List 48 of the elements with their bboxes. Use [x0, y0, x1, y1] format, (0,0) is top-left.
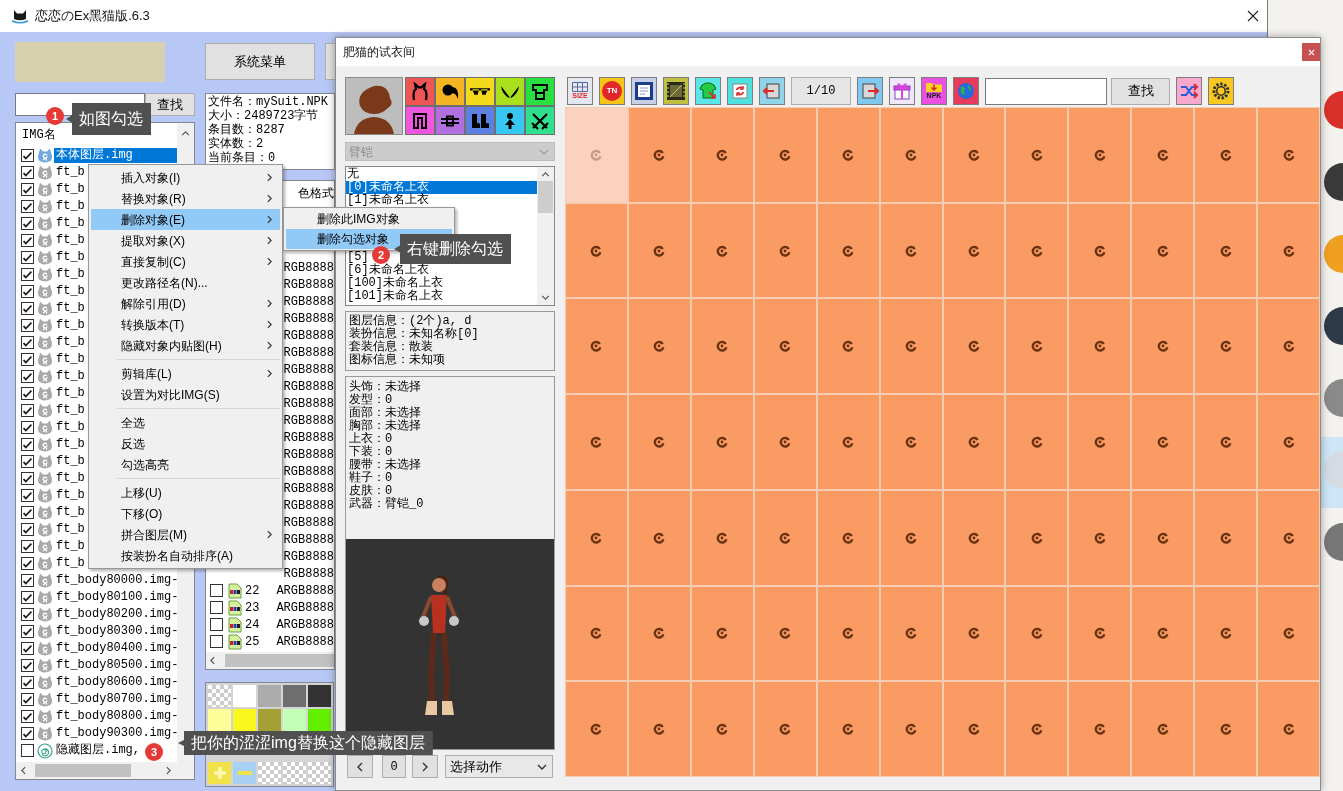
color-format: RGB8888: [283, 548, 334, 566]
info-line: 图标信息：未知项: [349, 354, 445, 367]
info-line: 装扮信息：未知名称[0]: [349, 328, 479, 341]
color-format: RGB8888: [283, 463, 334, 481]
color-format: RGB8888: [283, 361, 334, 379]
window-title: 肥猫的试衣间: [343, 44, 415, 61]
equipment-line: 发型：0: [349, 394, 393, 407]
frame-number: 22: [245, 582, 260, 600]
color-format: RGB8888: [283, 276, 334, 294]
color-format: ARGB8888: [276, 633, 334, 651]
color-format: RGB8888: [283, 514, 334, 532]
tooltip: 右键删除勾选: [394, 234, 511, 264]
frame-number: 25: [245, 633, 260, 651]
color-format: RGB8888: [283, 327, 334, 345]
equipment-line: 武器：臂铠_0: [349, 498, 424, 511]
window-title: 恋恋のEx黑猫版.6.3: [35, 7, 150, 26]
color-format: RGB8888: [283, 565, 334, 583]
tooltip: 如图勾选: [66, 103, 151, 135]
frame-number: 24: [245, 616, 260, 634]
color-format: RGB8888: [283, 378, 334, 396]
color-format: ARGB8888: [276, 599, 334, 617]
color-format: RGB8888: [283, 344, 334, 362]
color-format: RGB8888: [283, 531, 334, 549]
color-format: RGB8888: [283, 446, 334, 464]
info-line: 套装信息：散装: [349, 341, 433, 354]
equipment-line: 腰带：未选择: [349, 459, 421, 472]
info-line: 文件名：mySuit.NPK: [208, 95, 328, 109]
color-format: RGB8888: [283, 429, 334, 447]
color-format: RGB8888: [283, 293, 334, 311]
equipment-line: 皮肤：0: [349, 485, 393, 498]
info-line: 大小：2489723字节: [208, 109, 319, 123]
color-format: ARGB8888: [276, 616, 334, 634]
info-line: 条目数：8287: [208, 123, 285, 137]
info-line: 图层信息：(2个)a, d: [349, 315, 472, 328]
color-format: RGB8888: [283, 480, 334, 498]
frame-number: 23: [245, 599, 260, 617]
info-line: 当前条目：0: [208, 151, 276, 165]
color-format: ARGB8888: [276, 582, 334, 600]
info-line: 实体数：2: [208, 137, 264, 151]
color-format: RGB8888: [283, 497, 334, 515]
equipment-line: 鞋子：0: [349, 472, 393, 485]
equipment-line: 头饰：未选择: [349, 381, 421, 394]
color-format: RGB8888: [283, 395, 334, 413]
tooltip: 把你的涩涩img替换这个隐藏图层: [178, 731, 433, 755]
color-format: RGB8888: [283, 412, 334, 430]
equipment-line: 下装：0: [349, 446, 393, 459]
color-format: RGB8888: [283, 259, 334, 277]
color-format: RGB8888: [283, 310, 334, 328]
